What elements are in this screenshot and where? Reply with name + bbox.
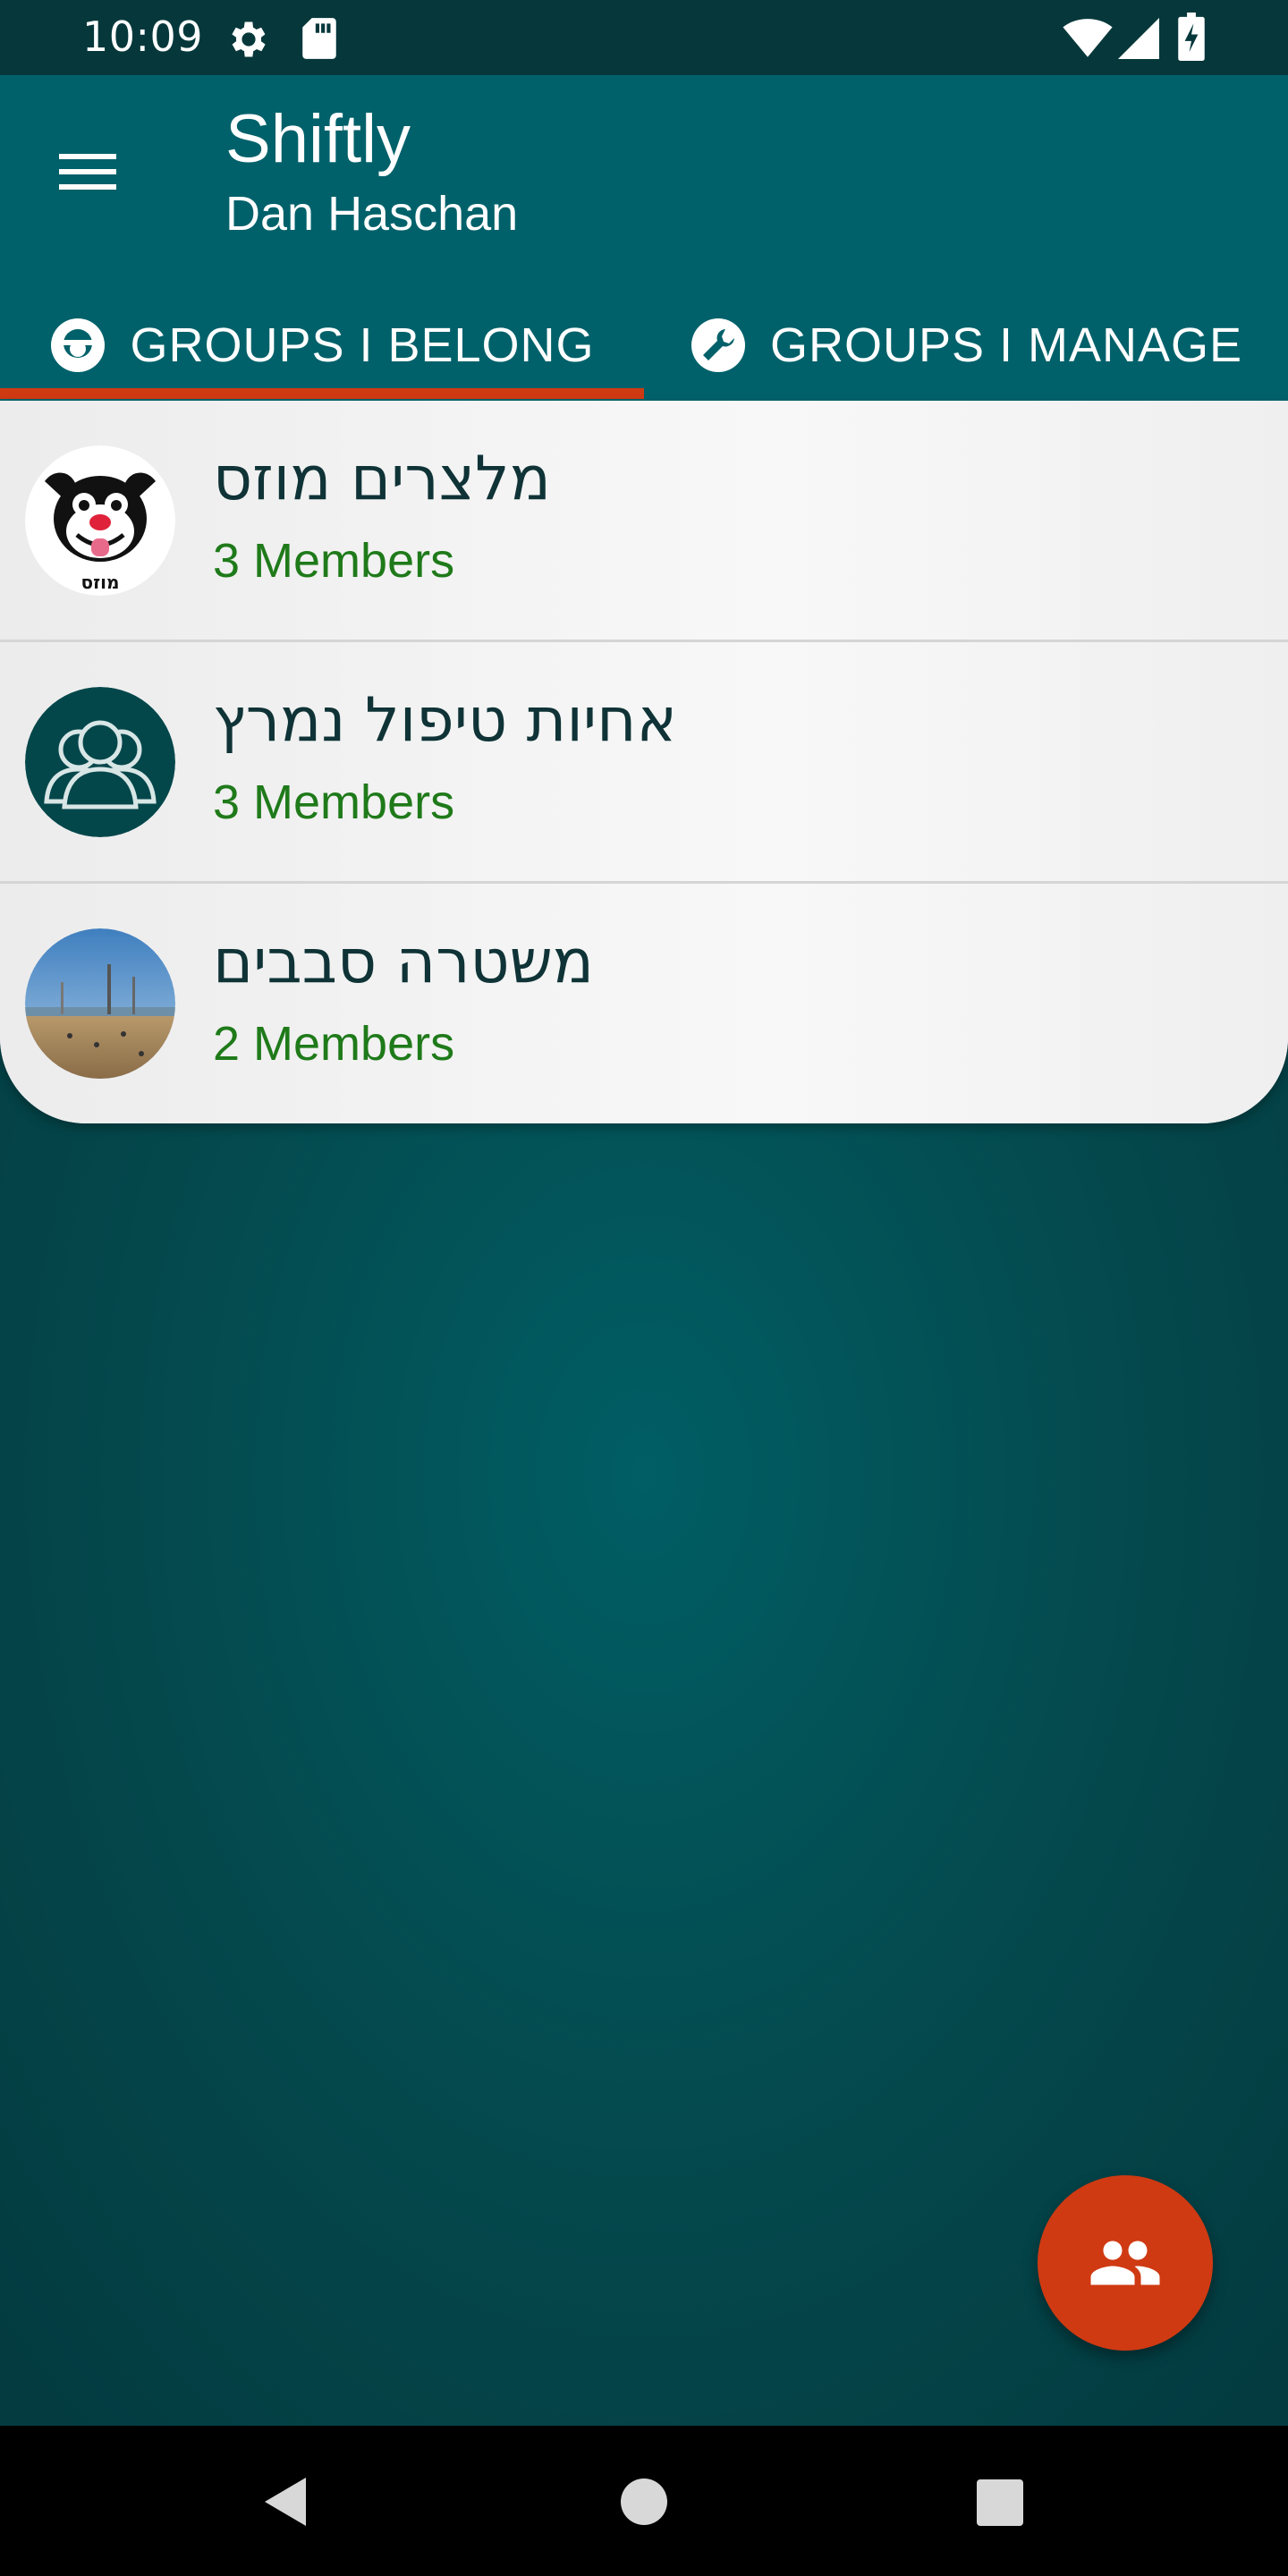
- app-subtitle: Dan Haschan: [225, 187, 519, 241]
- tab-indicator: [0, 388, 644, 399]
- group-list-item[interactable]: מוזס מלצרים מוזס 3 Members: [0, 401, 1288, 642]
- group-member-count: 3 Members: [213, 775, 455, 829]
- tab-label: GROUPS I MANAGE: [769, 318, 1243, 372]
- add-group-fab[interactable]: [1038, 2175, 1213, 2351]
- hamburger-menu-icon[interactable]: [52, 136, 123, 208]
- tab-groups-i-manage[interactable]: GROUPS I MANAGE: [644, 290, 1288, 401]
- dog-cartoon-avatar: מוזס: [25, 445, 175, 596]
- group-list-item[interactable]: משטרה סבבים 2 Members: [0, 884, 1288, 1123]
- beach-photo-avatar: [25, 928, 175, 1079]
- group-people-avatar: [25, 687, 175, 837]
- group-member-count: 2 Members: [213, 1017, 455, 1071]
- group-add-icon: [1090, 2241, 1160, 2285]
- settings-icon: [232, 21, 266, 57]
- manage-wrench-icon: [691, 318, 745, 372]
- back-icon[interactable]: [254, 2470, 317, 2533]
- tab-groups-i-belong[interactable]: GROUPS I BELONG: [0, 290, 644, 401]
- group-list-item[interactable]: אחיות טיפול נמרץ 3 Members: [0, 642, 1288, 884]
- recents-icon[interactable]: [968, 2470, 1030, 2533]
- group-name: משטרה סבבים: [213, 927, 594, 997]
- group-name: אחיות טיפול נמרץ: [213, 685, 677, 756]
- app-bar: Shiftly Dan Haschan GROUPS I BELONG GROU…: [0, 75, 1288, 401]
- status-time: 10:09: [82, 13, 204, 61]
- group-member-count: 3 Members: [213, 534, 455, 588]
- navigation-bar: [0, 2426, 1288, 2576]
- battery-charging-icon: [1178, 13, 1205, 61]
- status-bar: 10:09: [0, 0, 1288, 75]
- svg-text:מוזס: מוזס: [81, 572, 120, 593]
- member-badge-icon: [51, 318, 106, 372]
- app-title: Shiftly: [225, 101, 411, 177]
- signal-icon: [1118, 18, 1159, 59]
- group-list: מוזס מלצרים מוזס 3 Members אחיות טיפול נ…: [0, 401, 1288, 1123]
- wifi-icon: [1063, 19, 1113, 57]
- tab-label: GROUPS I BELONG: [130, 318, 595, 372]
- group-name: מלצרים מוזס: [213, 444, 551, 514]
- home-icon[interactable]: [613, 2470, 675, 2533]
- sd-card-icon: [302, 18, 336, 59]
